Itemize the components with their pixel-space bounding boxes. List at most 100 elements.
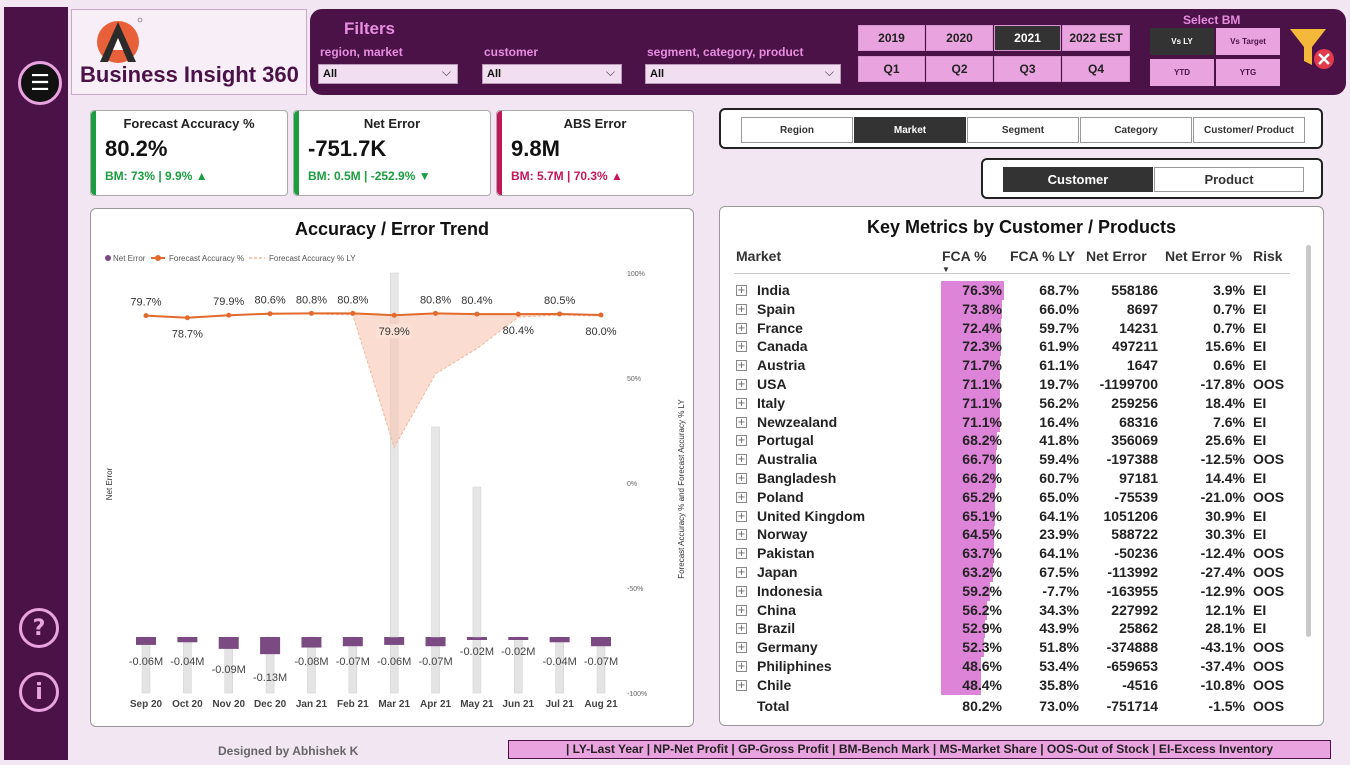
table-row[interactable]: + Austria 71.7% 61.1% 1647 0.6% EI — [720, 356, 1310, 376]
net-error-bar — [508, 637, 529, 640]
year-button-2020[interactable]: 2020 — [926, 25, 993, 51]
expand-icon[interactable]: + — [736, 623, 747, 635]
expand-icon[interactable]: + — [736, 491, 747, 503]
header-fca[interactable]: FCA % — [942, 248, 987, 264]
expand-icon[interactable]: + — [736, 285, 747, 296]
cell-net-error: 1051206 — [1103, 507, 1158, 524]
year-button-2019[interactable]: 2019 — [858, 25, 925, 51]
year-button-2021[interactable]: 2021 — [994, 25, 1061, 51]
table-row[interactable]: + Norway 64.5% 23.9% 588722 30.3% EI — [720, 525, 1310, 545]
quarter-button-q2[interactable]: Q2 — [926, 56, 993, 82]
fca-point — [557, 311, 563, 317]
clear-filter-icon[interactable] — [1288, 25, 1336, 71]
cell-market: Germany — [757, 639, 818, 656]
table-row[interactable]: + Philiphines 48.6% 53.4% -659653 -37.4% OOS — [720, 657, 1310, 676]
expand-icon[interactable]: + — [736, 435, 747, 447]
net-error-bar — [384, 637, 405, 645]
table-row[interactable]: + Poland 65.2% 65.0% -75539 -21.0% OOS — [720, 487, 1310, 507]
dimension-button-segment[interactable]: Segment — [967, 117, 1079, 143]
segment-filter-select[interactable]: All ⌵ — [645, 64, 841, 84]
cell-net-error: -113992 — [1107, 564, 1158, 580]
table-row[interactable]: + Italy 71.1% 56.2% 259256 18.4% EI — [720, 393, 1310, 413]
cell-risk: EI — [1253, 470, 1267, 486]
table-row[interactable]: + USA 71.1% 19.7% -1199700 -17.8% OOS — [720, 375, 1310, 394]
cell-fca: 68.2% — [941, 431, 1004, 451]
expand-icon[interactable]: + — [736, 341, 747, 353]
expand-icon[interactable]: + — [736, 548, 747, 560]
table-row[interactable]: + Japan 63.2% 67.5% -113992 -27.4% OOS — [720, 563, 1310, 582]
table-row[interactable]: + Pakistan 63.7% 64.1% -50236 -12.4% OOS — [720, 544, 1310, 564]
info-button[interactable]: i — [19, 672, 59, 712]
table-row[interactable]: + Germany 52.3% 51.8% -374888 -43.1% OOS — [720, 638, 1310, 658]
kpi-benchmark: BM: 0.5M | -252.9% ▼ — [308, 169, 431, 183]
table-row[interactable]: + Canada 72.3% 61.9% 497211 15.6% EI — [720, 337, 1310, 357]
cell-net-error-pct: -12.4% — [1200, 545, 1245, 562]
bm-button-vs-target[interactable]: Vs Target — [1216, 28, 1280, 55]
expand-icon[interactable]: + — [736, 379, 747, 390]
table-row[interactable]: + India 76.3% 68.7% 558186 3.9% EI — [720, 281, 1310, 300]
dimension-button-region[interactable]: Region — [741, 117, 853, 143]
table-row[interactable]: + Indonesia 59.2% -7.7% -163955 -12.9% OOS — [720, 581, 1310, 601]
filters-title: Filters — [344, 19, 396, 38]
expand-icon[interactable]: + — [736, 642, 747, 654]
cell-fca-ly: 23.9% — [1039, 526, 1079, 543]
expand-icon[interactable]: + — [736, 454, 747, 466]
expand-icon[interactable]: + — [736, 303, 747, 315]
expand-icon[interactable]: + — [736, 585, 747, 597]
bm-button-ytg[interactable]: YTG — [1216, 59, 1280, 86]
header-net-error[interactable]: Net Error — [1086, 248, 1147, 264]
toggle-button-product[interactable]: Product — [1154, 167, 1304, 192]
cell-fca-ly: 61.1% — [1039, 357, 1079, 374]
quarter-button-q4[interactable]: Q4 — [1062, 56, 1130, 82]
table-row[interactable]: + Spain 73.8% 66.0% 8697 0.7% EI — [720, 299, 1310, 319]
table-row[interactable]: + Australia 66.7% 59.4% -197388 -12.5% OOS — [720, 450, 1310, 470]
dimension-button-category[interactable]: Category — [1080, 117, 1192, 143]
table-row[interactable]: + United Kingdom 65.1% 64.1% 1051206 30.9% EI — [720, 506, 1310, 526]
expand-icon[interactable]: + — [736, 360, 747, 372]
region-filter-label: region, market — [320, 45, 403, 59]
dimension-button-customer-product[interactable]: Customer/ Product — [1193, 117, 1305, 143]
net-error-bar — [549, 637, 570, 643]
cell-net-error-pct: -17.8% — [1200, 376, 1245, 392]
help-button[interactable]: ? — [19, 608, 59, 648]
header-net-error-pct[interactable]: Net Error % — [1165, 248, 1242, 264]
table-row[interactable]: + Brazil 52.9% 43.9% 25862 28.1% EI — [720, 619, 1310, 639]
quarter-button-q1[interactable]: Q1 — [858, 56, 925, 82]
table-row[interactable]: + Chile 48.4% 35.8% -4516 -10.8% OOS — [720, 675, 1310, 695]
bm-button-vs-ly[interactable]: Vs LY — [1150, 28, 1214, 55]
bm-button-ytd[interactable]: YTD — [1150, 59, 1214, 86]
expand-icon[interactable]: + — [736, 661, 747, 672]
quarter-button-q3[interactable]: Q3 — [994, 56, 1061, 82]
header-risk[interactable]: Risk — [1253, 248, 1283, 264]
customer-filter-select[interactable]: All ⌵ — [482, 64, 622, 84]
table-scrollbar[interactable] — [1306, 245, 1311, 637]
expand-icon[interactable]: + — [736, 510, 747, 522]
expand-icon[interactable]: + — [736, 529, 747, 541]
table-row[interactable]: + Portugal 68.2% 41.8% 356069 25.6% EI — [720, 431, 1310, 451]
table-row[interactable]: + China 56.2% 34.3% 227992 12.1% EI — [720, 600, 1310, 620]
dimension-button-market[interactable]: Market — [854, 117, 966, 143]
table-row[interactable]: + Newzealand 71.1% 16.4% 68316 7.6% EI — [720, 412, 1310, 432]
expand-icon[interactable]: + — [736, 416, 747, 428]
expand-icon[interactable]: + — [736, 567, 747, 578]
cell-fca-ly: 61.9% — [1039, 338, 1079, 355]
expand-icon[interactable]: + — [736, 604, 747, 616]
header-fca-ly[interactable]: FCA % LY — [1010, 248, 1075, 264]
table-row[interactable]: + Bangladesh 66.2% 60.7% 97181 14.4% EI — [720, 469, 1310, 488]
cell-risk: EI — [1253, 620, 1267, 637]
menu-button[interactable]: ☰ — [18, 61, 62, 105]
expand-icon[interactable]: + — [736, 322, 747, 334]
expand-icon[interactable]: + — [736, 473, 747, 484]
region-filter-select[interactable]: All ⌵ — [318, 64, 458, 84]
header-market[interactable]: Market — [736, 248, 781, 264]
right-axis-tick: 100% — [627, 271, 645, 278]
expand-icon[interactable]: + — [736, 397, 747, 409]
fca-point — [184, 315, 190, 321]
toggle-button-customer[interactable]: Customer — [1003, 167, 1153, 192]
expand-icon[interactable]: + — [736, 679, 747, 691]
right-axis-title: Forecast Accuracy % and Forecast Accurac… — [677, 399, 686, 579]
cell-market: Spain — [757, 300, 796, 317]
table-row[interactable]: + France 72.4% 59.7% 14231 0.7% EI — [720, 318, 1310, 338]
kpi-card-abs-error: ABS Error 9.8M BM: 5.7M | 70.3% ▲ — [496, 110, 694, 196]
year-button-2022-est[interactable]: 2022 EST — [1062, 25, 1130, 51]
